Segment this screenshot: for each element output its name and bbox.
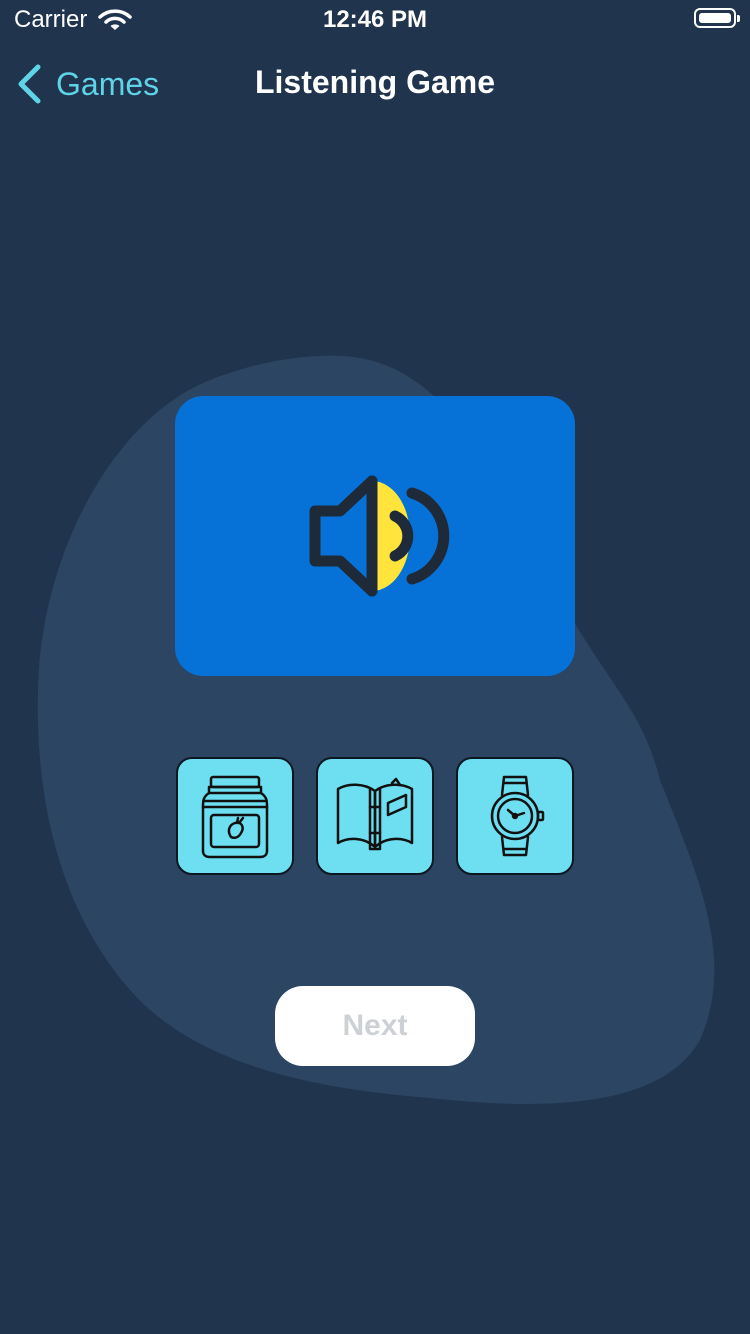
choice-open-book[interactable] xyxy=(316,757,434,875)
status-bar: Carrier 12:46 PM xyxy=(0,0,750,40)
clock-time: 12:46 PM xyxy=(322,6,428,33)
speaker-icon xyxy=(309,475,450,597)
battery-icon xyxy=(694,8,740,28)
wristwatch-icon xyxy=(490,775,545,857)
choice-wristwatch[interactable] xyxy=(456,757,574,875)
play-sound-card[interactable] xyxy=(175,396,575,676)
choice-jam-jar[interactable] xyxy=(176,757,294,875)
open-book-icon xyxy=(336,777,414,851)
page-title: Listening Game xyxy=(254,64,496,100)
next-button[interactable]: Next xyxy=(275,986,475,1066)
jam-jar-icon xyxy=(201,775,269,859)
